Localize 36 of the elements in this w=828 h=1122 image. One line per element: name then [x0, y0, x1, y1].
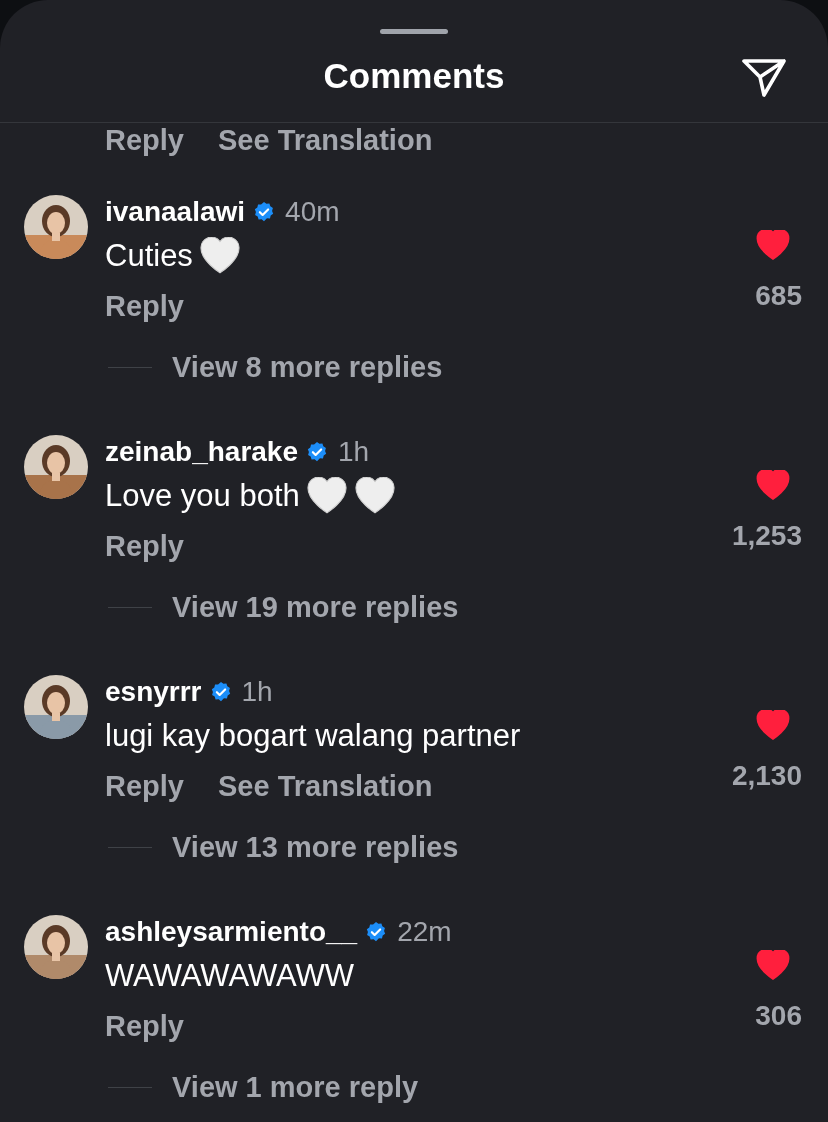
comment-text: Cuties — [105, 238, 193, 274]
view-replies-link[interactable]: View 19 more replies — [172, 591, 459, 624]
comment-time: 40m — [285, 196, 340, 228]
username[interactable]: ivanaalawi — [105, 196, 246, 228]
heart-emoji-icon — [198, 237, 241, 275]
reply-link[interactable]: Reply — [105, 1009, 184, 1043]
sheet-title: Comments — [323, 56, 505, 96]
like-count: 685 — [755, 280, 802, 312]
view-replies-link[interactable]: View 1 more reply — [172, 1071, 419, 1104]
comment-time: 1h — [241, 676, 273, 708]
like-count: 2,130 — [731, 760, 802, 792]
view-replies-link[interactable]: View 13 more replies — [172, 831, 459, 864]
see-translation-link[interactable]: See Translation — [218, 769, 433, 803]
username[interactable]: esnyrrr — [105, 676, 202, 708]
like-count: 1,253 — [731, 520, 802, 552]
comment-text: Love you both — [105, 478, 300, 514]
username[interactable]: zeinab_harake — [105, 436, 298, 468]
comment-text: WAWAWAWAWW — [105, 958, 355, 994]
see-translation-link[interactable]: See Translation — [218, 123, 433, 157]
heart-icon[interactable] — [756, 710, 790, 740]
reply-link[interactable]: Reply — [105, 289, 184, 323]
heart-icon[interactable] — [756, 470, 790, 500]
reply-link[interactable]: Reply — [105, 529, 184, 563]
view-replies-link[interactable]: View 8 more replies — [172, 351, 443, 384]
heart-icon[interactable] — [756, 230, 790, 260]
heart-emoji-icon — [305, 477, 348, 515]
reply-link[interactable]: Reply — [105, 123, 184, 157]
heart-emoji-icon — [353, 477, 396, 515]
drag-handle[interactable] — [380, 29, 448, 34]
like-count: 306 — [755, 1000, 802, 1032]
heart-icon[interactable] — [756, 950, 790, 980]
comment-text: lugi kay bogart walang partner — [105, 718, 521, 754]
comment-time: 22m — [397, 916, 452, 948]
username[interactable]: ashleysarmiento__ — [105, 916, 358, 948]
reply-link[interactable]: Reply — [105, 769, 184, 803]
comment-time: 1h — [338, 436, 370, 468]
